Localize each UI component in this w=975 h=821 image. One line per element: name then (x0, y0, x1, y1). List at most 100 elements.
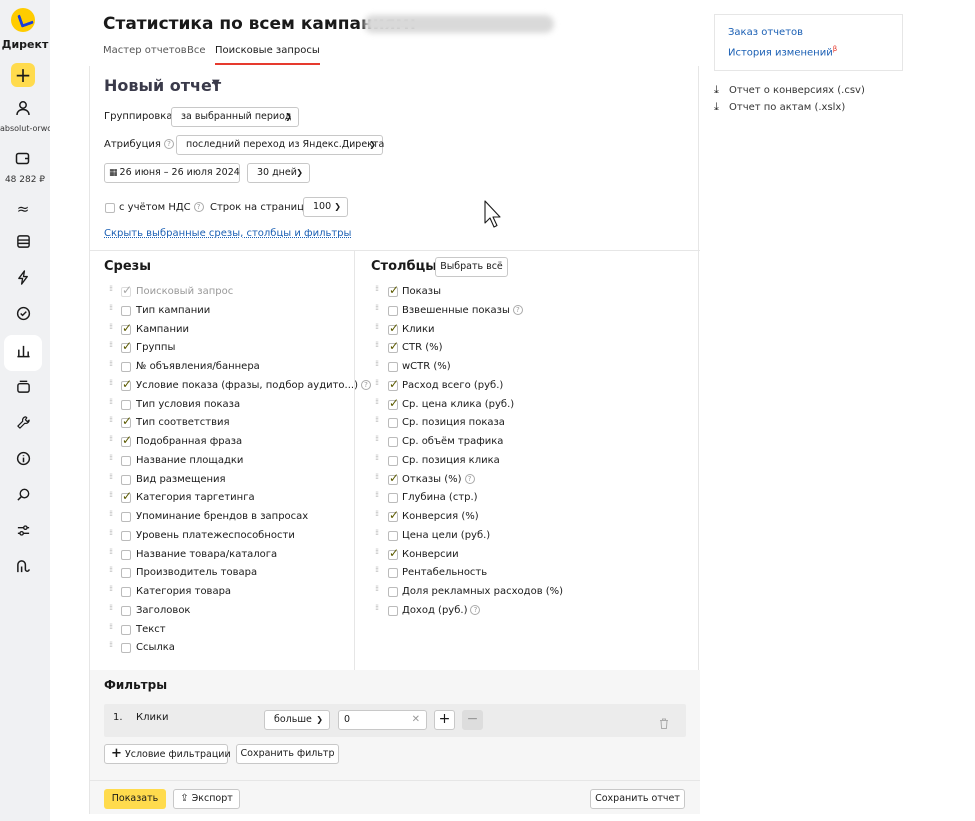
column-item-label[interactable]: Цена цели (руб.) (402, 530, 490, 541)
drag-handle-icon[interactable]: ⁞⁞ (375, 378, 381, 391)
slice-checkbox[interactable] (121, 512, 131, 522)
report-title[interactable]: Новый отчет (104, 76, 221, 95)
drag-handle-icon[interactable]: ⁞⁞ (109, 510, 115, 522)
drag-handle-icon[interactable]: ⁞⁞ (109, 491, 115, 503)
column-item-label[interactable]: Ср. цена клика (руб.) (402, 399, 514, 410)
tab-search-queries[interactable]: Поисковые запросы (215, 45, 320, 65)
download-icon[interactable]: ⤓ (714, 100, 719, 114)
column-item-label[interactable]: wCTR (%) (402, 361, 451, 372)
help-icon[interactable]: ? (193, 202, 204, 212)
change-history-link[interactable]: История измененийβ (728, 45, 837, 58)
slice-item-label[interactable]: Название товара/каталога (136, 549, 277, 560)
grouping-select[interactable]: за выбранный период ❯ (171, 107, 299, 127)
drag-handle-icon[interactable]: ⁞⁞ (109, 303, 115, 316)
drag-handle-icon[interactable]: ⁞⁞ (375, 435, 381, 447)
drag-handle-icon[interactable]: ⁞⁞ (109, 472, 115, 485)
column-checkbox[interactable] (388, 587, 398, 597)
drag-handle-icon[interactable]: ⁞⁞ (375, 528, 381, 541)
slice-checkbox[interactable] (121, 377, 132, 391)
help-icon[interactable]: ? (470, 604, 481, 615)
slice-checkbox[interactable] (121, 605, 131, 616)
wallet-icon[interactable] (13, 150, 33, 170)
drag-handle-icon[interactable]: ⁞⁞ (375, 510, 381, 522)
drag-handle-icon[interactable]: ⁞⁞ (375, 585, 381, 597)
slice-checkbox[interactable] (121, 399, 131, 410)
slice-item-label[interactable]: № объявления/баннера (136, 361, 260, 372)
lightning-icon[interactable] (13, 270, 33, 290)
remove-filter-row-button[interactable]: − (462, 710, 483, 730)
drag-handle-icon[interactable]: ⁞⁞ (109, 360, 115, 372)
acts-report-link[interactable]: Отчет по актам (.xslx) (729, 102, 845, 113)
column-checkbox[interactable] (388, 377, 399, 391)
slice-item-label[interactable]: Группы (136, 342, 175, 353)
filter-value-input[interactable]: 0 ✕ (338, 710, 427, 730)
add-filter-row-button[interactable]: + (434, 710, 455, 730)
drag-handle-icon[interactable]: ⁞⁞ (375, 472, 381, 485)
slice-item-label[interactable]: Подобранная фраза (136, 436, 242, 447)
column-checkbox[interactable] (388, 396, 399, 410)
column-checkbox[interactable] (388, 471, 399, 485)
drag-handle-icon[interactable]: ⁞⁞ (375, 322, 381, 335)
slice-item-label[interactable]: Поисковый запрос (136, 286, 233, 297)
drag-handle-icon[interactable]: ⁞⁞ (109, 378, 115, 391)
tab-all[interactable]: Все (187, 45, 206, 56)
hide-selected-link[interactable]: Скрыть выбранные срезы, столбцы и фильтр… (104, 228, 351, 239)
drag-handle-icon[interactable]: ⁞⁞ (375, 453, 381, 466)
slice-checkbox[interactable] (121, 339, 132, 354)
drag-handle-icon[interactable]: ⁞⁞ (109, 566, 115, 578)
show-report-button[interactable]: Показать (104, 789, 166, 809)
slice-checkbox[interactable] (121, 474, 131, 485)
slice-item-label[interactable]: Категория товара (136, 586, 231, 597)
drag-handle-icon[interactable]: ⁞⁞ (375, 416, 381, 428)
column-item-label[interactable]: Ср. позиция клика (402, 455, 500, 466)
drag-handle-icon[interactable]: ⁞⁞ (109, 547, 115, 560)
account-login[interactable]: absolut-orwo (0, 124, 50, 133)
slice-checkbox[interactable] (121, 489, 132, 504)
drag-handle-icon[interactable]: ⁞⁞ (375, 397, 381, 410)
attribution-select[interactable]: последний переход из Яндекс.Директа ❯ (176, 135, 384, 155)
slice-checkbox[interactable] (121, 643, 131, 654)
sliders-icon[interactable] (13, 523, 33, 543)
select-all-button[interactable]: Выбрать всё (435, 257, 508, 277)
drag-handle-icon[interactable]: ⁞⁞ (109, 435, 115, 447)
check-circle-icon[interactable] (13, 306, 33, 326)
slice-checkbox[interactable] (121, 549, 131, 560)
column-item-label[interactable]: Ср. объём трафика (402, 436, 503, 447)
drag-handle-icon[interactable]: ⁞⁞ (109, 416, 115, 428)
drag-handle-icon[interactable]: ⁞⁞ (109, 603, 115, 616)
filter-operator-select[interactable]: больше ❯ (264, 710, 330, 730)
save-report-button[interactable]: Сохранить отчет (590, 789, 685, 809)
account-balance[interactable]: 48 282 ₽ (0, 175, 50, 185)
column-checkbox[interactable] (388, 568, 398, 579)
slice-item-label[interactable]: Вид размещения (136, 474, 226, 485)
slice-item-label[interactable]: Кампании (136, 324, 189, 335)
slice-checkbox[interactable] (121, 624, 131, 635)
layers-icon[interactable] (13, 379, 33, 399)
slice-item-label[interactable]: Текст (136, 624, 166, 635)
slice-item-label[interactable]: Упоминание брендов в запросах (136, 511, 308, 522)
order-reports-link[interactable]: Заказ отчетов (728, 27, 803, 38)
slice-checkbox[interactable] (121, 305, 131, 316)
info-icon[interactable] (13, 451, 33, 471)
drag-handle-icon[interactable]: ⁞⁞ (375, 285, 381, 297)
user-icon[interactable] (13, 100, 33, 120)
drag-handle-icon[interactable]: ⁞⁞ (375, 547, 381, 560)
date-range-picker[interactable]: ▦ 26 июня – 26 июля 2024 (104, 163, 240, 183)
help-icon[interactable]: ? (361, 379, 371, 390)
drag-handle-icon[interactable]: ⁞⁞ (109, 397, 115, 410)
slice-item-label[interactable]: Тип кампании (136, 305, 210, 316)
slice-item-label[interactable]: Тип соответствия (136, 417, 230, 428)
help-icon[interactable]: ? (464, 473, 475, 484)
column-item-label[interactable]: Взвешенные показы? (402, 304, 523, 316)
drag-handle-icon[interactable]: ⁞⁞ (375, 491, 381, 503)
help-icon[interactable]: ? (163, 139, 174, 149)
save-filter-button[interactable]: Сохранить фильтр (236, 744, 339, 764)
drag-handle-icon[interactable]: ⁞⁞ (109, 453, 115, 466)
column-checkbox[interactable] (388, 283, 399, 297)
column-item-label[interactable]: Ср. позиция показа (402, 417, 505, 428)
column-checkbox[interactable] (388, 508, 399, 522)
column-checkbox[interactable] (388, 546, 399, 560)
column-checkbox[interactable] (388, 493, 398, 504)
drag-handle-icon[interactable]: ⁞⁞ (375, 566, 381, 578)
column-item-label[interactable]: Глубина (стр.) (402, 492, 478, 503)
